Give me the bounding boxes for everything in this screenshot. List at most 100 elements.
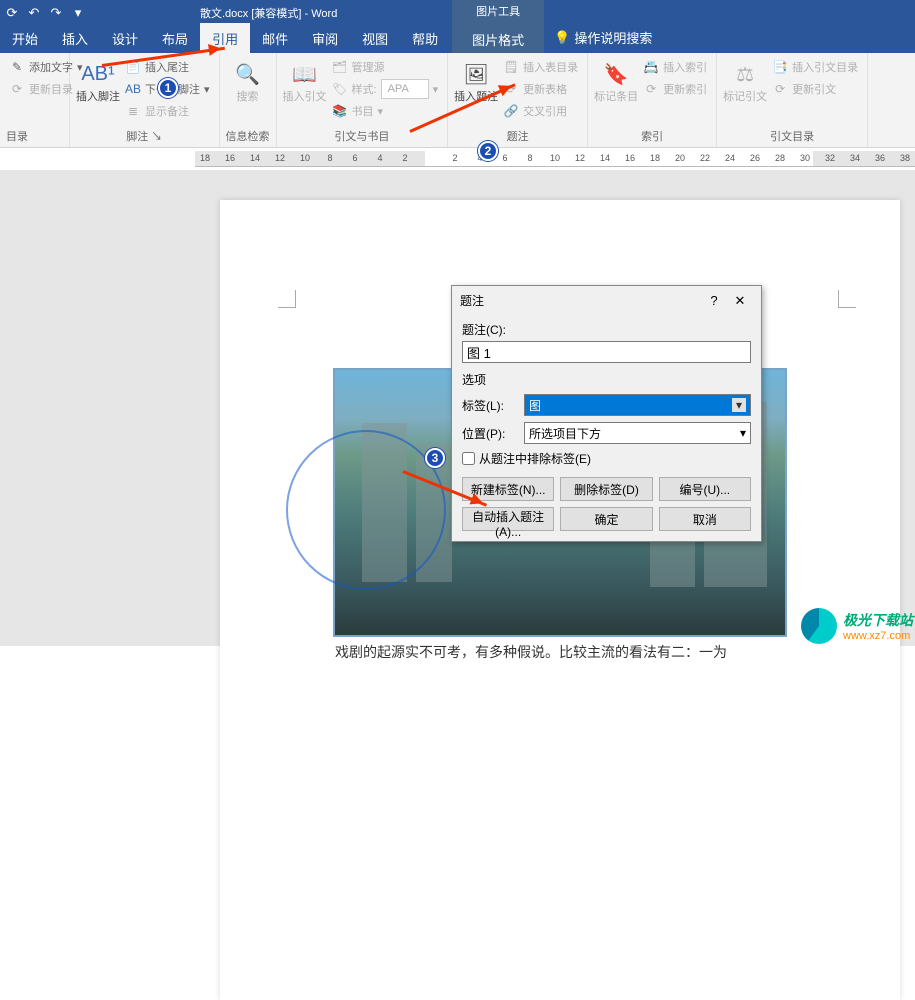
position-field-label: 位置(P): xyxy=(462,425,516,442)
ruler-tick: 30 xyxy=(800,153,810,163)
tof-icon: 🗒 xyxy=(503,59,519,75)
annotation-badge-1: 1 xyxy=(158,78,178,98)
tell-me-label: 操作说明搜索 xyxy=(574,28,652,47)
ruler-tick: 2 xyxy=(452,153,457,163)
dialog-launcher-icon[interactable]: ↘ xyxy=(151,131,162,143)
update-icon: ⟳ xyxy=(772,81,788,97)
insert-tof-button[interactable]: 🗒插入表目录 xyxy=(500,56,581,78)
mark-citation-icon: ⚖ xyxy=(729,58,761,90)
ruler-tick: 36 xyxy=(875,153,885,163)
biblio-icon: 📚 xyxy=(332,103,348,119)
horizontal-ruler[interactable]: 1816141210864224681012141618202224262830… xyxy=(195,151,915,167)
add-text-icon: ✎ xyxy=(9,59,25,75)
ruler-tick: 14 xyxy=(600,153,610,163)
autosave-icon[interactable]: ⟳ xyxy=(4,5,20,21)
bibliography-button[interactable]: 📚书目▾ xyxy=(329,100,442,122)
insert-toa-button[interactable]: 📑插入引文目录 xyxy=(769,56,861,78)
group-label-toc: 目录 xyxy=(6,128,63,147)
tell-me-search[interactable]: 💡 操作说明搜索 xyxy=(544,22,662,53)
group-toc: ✎添加文字▾ ⟳更新目录 目录 xyxy=(0,53,70,147)
qat-dropdown-icon[interactable]: ▾ xyxy=(70,5,86,21)
manage-sources-button[interactable]: 🗂管理源 xyxy=(329,56,442,78)
chevron-down-icon: ▾ xyxy=(732,398,746,412)
caption-input[interactable] xyxy=(462,341,751,363)
update-icon: ⟳ xyxy=(643,81,659,97)
toa-icon: 📑 xyxy=(772,59,788,75)
tab-layout[interactable]: 布局 xyxy=(150,23,200,53)
insert-index-button[interactable]: 📇插入索引 xyxy=(640,56,710,78)
crop-mark-icon xyxy=(838,290,856,308)
search-button[interactable]: 🔍 搜索 xyxy=(226,56,270,128)
cancel-button[interactable]: 取消 xyxy=(659,507,751,531)
annotation-badge-3: 3 xyxy=(425,448,445,468)
search-icon: 🔍 xyxy=(232,58,264,90)
chevron-down-icon: ▾ xyxy=(740,426,746,440)
ok-button[interactable]: 确定 xyxy=(560,507,652,531)
numbering-button[interactable]: 编号(U)... xyxy=(659,477,751,501)
insert-caption-button[interactable]: 🖼 插入题注 xyxy=(454,56,498,128)
watermark-url: www.xz7.com xyxy=(843,630,913,642)
insert-footnote-button[interactable]: AB¹ 插入脚注 xyxy=(76,56,120,128)
watermark: 极光下载站 www.xz7.com xyxy=(801,608,913,644)
tab-picture-format[interactable]: 图片工具 图片格式 xyxy=(452,25,544,53)
tab-mailings[interactable]: 邮件 xyxy=(250,23,300,53)
crop-mark-icon xyxy=(278,290,296,308)
group-research: 🔍 搜索 信息检索 xyxy=(220,53,277,147)
exclude-label-text: 从题注中排除标签(E) xyxy=(479,450,591,467)
auto-caption-button[interactable]: 自动插入题注(A)... xyxy=(462,507,554,531)
ruler-tick: 32 xyxy=(825,153,835,163)
ribbon: ✎添加文字▾ ⟳更新目录 目录 AB¹ 插入脚注 📄插入尾注 AB下一条脚注▾ … xyxy=(0,53,915,148)
body-text: 戏剧的起源实不可考，有多种假说。比较主流的看法有二：一为 xyxy=(335,642,727,662)
redo-icon[interactable]: ↷ xyxy=(48,5,64,21)
style-dropdown[interactable]: 🏷样式: APA▾ xyxy=(329,78,442,100)
update-icon: ⟳ xyxy=(9,81,25,97)
ruler-tick: 34 xyxy=(850,153,860,163)
tab-view[interactable]: 视图 xyxy=(350,23,400,53)
ruler-tick: 12 xyxy=(575,153,585,163)
tab-picture-format-label: 图片格式 xyxy=(472,30,524,49)
ruler-tick: 18 xyxy=(200,153,210,163)
update-index-button[interactable]: ⟳更新索引 xyxy=(640,78,710,100)
ribbon-tabs: 开始 插入 设计 布局 引用 邮件 审阅 视图 帮助 图片工具 图片格式 💡 操… xyxy=(0,25,915,53)
tab-review[interactable]: 审阅 xyxy=(300,23,350,53)
group-label-index: 索引 xyxy=(594,128,710,147)
close-button[interactable]: ✕ xyxy=(727,293,753,309)
lightbulb-icon: 💡 xyxy=(554,30,570,46)
exclude-label-checkbox[interactable]: 从题注中排除标签(E) xyxy=(462,450,751,467)
next-footnote-icon: AB xyxy=(125,81,141,97)
position-dropdown[interactable]: 所选项目下方▾ xyxy=(524,422,751,444)
quick-access-toolbar: ⟳ ↶ ↷ ▾ xyxy=(0,5,90,21)
group-toa: ⚖ 标记引文 📑插入引文目录 ⟳更新引文 引文目录 xyxy=(717,53,868,147)
caption-dialog: 题注 ? ✕ 题注(C): 选项 标签(L): 图▾ 位置(P): 所选项目下方… xyxy=(451,285,762,542)
dialog-titlebar: 题注 ? ✕ xyxy=(452,286,761,315)
tab-help[interactable]: 帮助 xyxy=(400,23,450,53)
insert-citation-button[interactable]: 📖 插入引文 xyxy=(283,56,327,128)
update-toa-button[interactable]: ⟳更新引文 xyxy=(769,78,861,100)
group-label-citations: 引文与书目 xyxy=(283,128,442,147)
show-notes-button[interactable]: ≣显示备注 xyxy=(122,100,213,122)
label-dropdown[interactable]: 图▾ xyxy=(524,394,751,416)
ruler-tick: 14 xyxy=(250,153,260,163)
chevron-down-icon: ▾ xyxy=(204,83,210,96)
caption-icon: 🖼 xyxy=(460,58,492,90)
group-captions: 🖼 插入题注 🗒插入表目录 ⟳更新表格 🔗交叉引用 题注 xyxy=(448,53,588,147)
mark-citation-button[interactable]: ⚖ 标记引文 xyxy=(723,56,767,128)
ruler-tick: 10 xyxy=(550,153,560,163)
tab-design[interactable]: 设计 xyxy=(100,23,150,53)
ruler-tick: 28 xyxy=(775,153,785,163)
tab-start[interactable]: 开始 xyxy=(0,23,50,53)
manage-icon: 🗂 xyxy=(332,59,348,75)
group-label-footnotes: 脚注 ↘ xyxy=(76,128,213,147)
mark-entry-button[interactable]: 🔖 标记条目 xyxy=(594,56,638,128)
group-footnotes: AB¹ 插入脚注 📄插入尾注 AB下一条脚注▾ ≣显示备注 脚注 ↘ xyxy=(70,53,220,147)
delete-label-button[interactable]: 删除标签(D) xyxy=(560,477,652,501)
ruler-tick: 6 xyxy=(502,153,507,163)
tab-insert[interactable]: 插入 xyxy=(50,23,100,53)
ruler-tick: 16 xyxy=(625,153,635,163)
undo-icon[interactable]: ↶ xyxy=(26,5,42,21)
help-button[interactable]: ? xyxy=(701,293,727,308)
exclude-checkbox-input[interactable] xyxy=(462,452,475,465)
cross-ference-button[interactable]: 🔗交叉引用 xyxy=(500,100,581,122)
caption-label: 题注(C): xyxy=(462,321,751,338)
document-title: 散文.docx [兼容模式] - Word xyxy=(200,5,337,21)
